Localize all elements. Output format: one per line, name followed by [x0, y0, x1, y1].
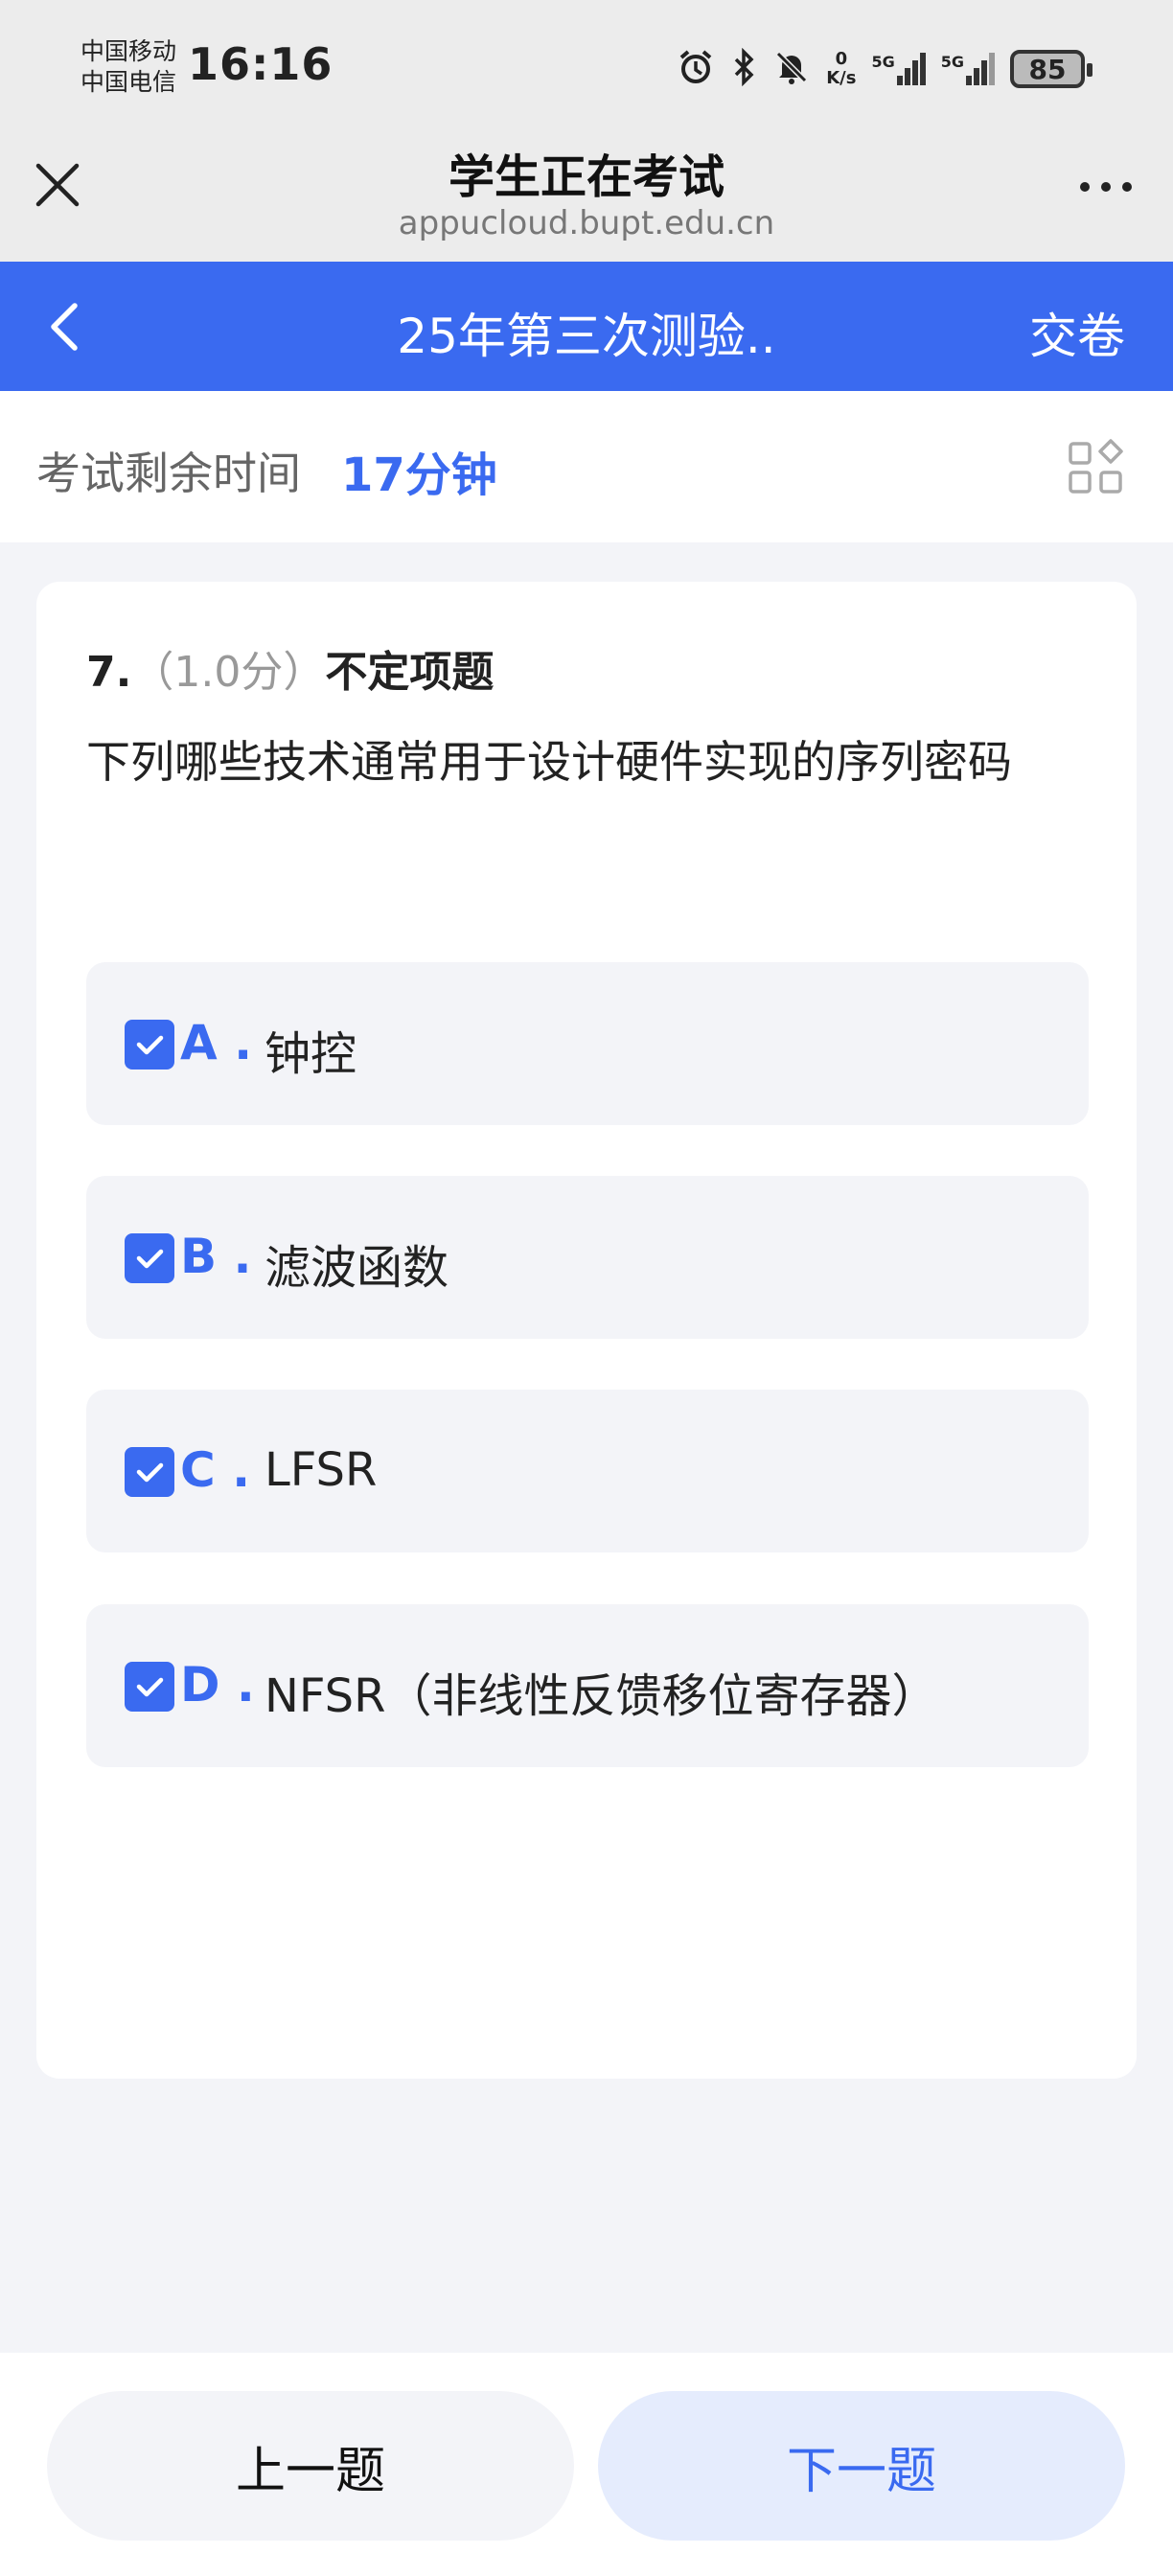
sim1-network: 5G: [871, 53, 895, 71]
exam-title: 25年第三次测验..: [397, 309, 776, 364]
carrier-info: 中国移动 中国电信: [80, 36, 176, 98]
question-card: 7.（1.0分）不定项题 下列哪些技术通常用于设计硬件实现的序列密码 A . 钟…: [36, 582, 1137, 2079]
option-letter: D .: [180, 1657, 255, 1713]
status-time: 16:16: [188, 38, 334, 90]
question-type: 不定项题: [325, 648, 494, 697]
net-speed-value: 0: [835, 49, 848, 69]
battery-level: 85: [1028, 53, 1067, 85]
option-letter: A .: [180, 1015, 253, 1070]
browser-url: appucloud.bupt.edu.cn: [398, 204, 775, 242]
signal-sim2-icon: 5G: [941, 53, 995, 85]
option-a[interactable]: A . 钟控: [86, 962, 1089, 1125]
checkbox-checked-icon[interactable]: [125, 1447, 174, 1497]
signal-sim1-icon: 5G: [871, 53, 926, 85]
next-question-button[interactable]: 下一题: [598, 2391, 1125, 2541]
timer-bar: 考试剩余时间 17分钟: [0, 391, 1173, 542]
browser-title: 学生正在考试: [448, 150, 724, 204]
timer-label: 考试剩余时间: [36, 448, 301, 499]
question-score: （1.0分）: [131, 648, 326, 697]
mute-bell-icon: [772, 48, 811, 90]
bluetooth-icon: [730, 47, 757, 90]
submit-exam-button[interactable]: 交卷: [1029, 298, 1125, 367]
checkbox-checked-icon[interactable]: [125, 1662, 174, 1712]
status-icons: 0 K/s 5G 5G 85: [677, 42, 1092, 96]
exam-nav-bar: 25年第三次测验.. 交卷: [0, 262, 1173, 391]
battery-icon: 85: [1010, 50, 1092, 88]
carrier-1: 中国移动: [80, 37, 177, 65]
previous-question-button[interactable]: 上一题: [47, 2391, 574, 2541]
option-letter: B .: [180, 1229, 252, 1284]
exam-page: 中国移动 中国电信 16:16 0 K/s 5G 5G 85 学生正在考试 ap…: [0, 0, 1173, 2576]
option-b[interactable]: B . 滤波函数: [86, 1176, 1089, 1339]
option-letter: C .: [180, 1442, 251, 1498]
net-speed-unit: K/s: [826, 68, 857, 88]
option-d[interactable]: D . NFSR（非线性反馈移位寄存器）: [86, 1604, 1089, 1767]
checkbox-checked-icon[interactable]: [125, 1233, 174, 1283]
alarm-icon: [677, 48, 715, 90]
option-text: 钟控: [264, 1027, 357, 1081]
option-text: NFSR（非线性反馈移位寄存器）: [264, 1669, 938, 1723]
option-c[interactable]: C . LFSR: [86, 1390, 1089, 1552]
question-number: 7.: [86, 648, 132, 697]
browser-header: 学生正在考试 appucloud.bupt.edu.cn: [0, 139, 1173, 262]
option-text: 滤波函数: [264, 1241, 449, 1295]
timer-value: 17分钟: [341, 448, 497, 502]
checkbox-checked-icon[interactable]: [125, 1020, 174, 1070]
question-text: 下列哪些技术通常用于设计硬件实现的序列密码: [86, 736, 1012, 788]
answer-sheet-grid-icon[interactable]: [1068, 439, 1125, 496]
net-speed: 0 K/s: [826, 50, 856, 88]
carrier-2: 中国电信: [80, 68, 177, 96]
question-header: 7.（1.0分）不定项题: [86, 637, 494, 699]
bottom-nav: 上一题 下一题: [0, 2353, 1173, 2576]
option-text: LFSR: [264, 1443, 378, 1497]
sim2-network: 5G: [940, 53, 964, 71]
more-icon[interactable]: [1077, 179, 1135, 195]
status-bar: 中国移动 中国电信 16:16 0 K/s 5G 5G 85: [0, 0, 1173, 139]
